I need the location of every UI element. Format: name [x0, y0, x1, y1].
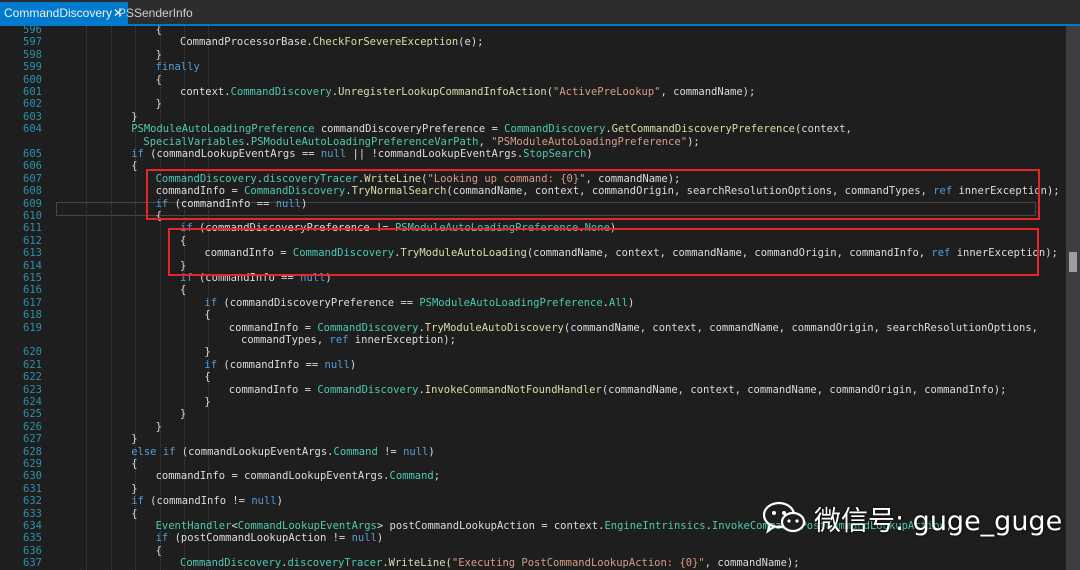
- line-number: 610: [23, 210, 42, 222]
- code-line: if (postCommandLookupAction != null): [155, 532, 384, 545]
- line-number: 608: [23, 185, 42, 198]
- indent-guide: [110, 26, 112, 570]
- line-number: 626: [23, 420, 42, 433]
- code-line: if (commandInfo == null): [204, 358, 357, 371]
- line-number: 630: [23, 470, 42, 483]
- line-number: 596: [23, 26, 42, 36]
- line-number: 623: [23, 383, 42, 396]
- tab-pssenderinfo[interactable]: PSSenderInfo: [114, 2, 193, 24]
- line-number: 613: [23, 247, 42, 260]
- tab-commanddiscovery[interactable]: CommandDiscovery ✕: [0, 2, 128, 24]
- code-line: SpecialVariables.PSModuleAutoLoadingPref…: [143, 135, 700, 148]
- code-line: }: [131, 482, 138, 495]
- line-number: 637: [23, 557, 42, 570]
- wechat-icon: [762, 500, 806, 536]
- line-number: 632: [23, 495, 42, 508]
- code-line: else if (commandLookupEventArgs.Command …: [131, 445, 435, 458]
- code-line: context.CommandDiscovery.UnregisterLooku…: [180, 86, 756, 98]
- line-number: 627: [23, 433, 42, 446]
- line-number: 620: [23, 346, 42, 359]
- line-number: 612: [23, 234, 42, 247]
- document-tab-bar: CommandDiscovery ✕ PSSenderInfo: [0, 0, 1080, 26]
- line-number: 606: [23, 160, 42, 173]
- code-line: }: [204, 396, 211, 408]
- indent-guide: [86, 26, 88, 570]
- line-number: 635: [23, 532, 42, 545]
- code-line: }: [155, 98, 162, 111]
- tab-label: CommandDiscovery: [4, 6, 113, 20]
- code-line: {: [131, 160, 138, 173]
- line-number: 600: [23, 73, 42, 86]
- code-line: PSModuleAutoLoadingPreference commandDis…: [131, 123, 852, 136]
- code-line: {: [204, 309, 211, 322]
- line-number: 625: [23, 408, 42, 421]
- code-line: commandTypes, ref innerException);: [241, 334, 456, 346]
- code-line: {: [204, 371, 211, 384]
- line-number: 621: [23, 358, 42, 371]
- code-line: commandInfo = commandLookupEventArgs.Com…: [155, 470, 441, 483]
- code-line: CommandDiscovery.discoveryTracer.WriteLi…: [180, 557, 800, 570]
- line-number: 636: [23, 544, 42, 557]
- line-number: 601: [23, 86, 42, 98]
- change-indicator-margin: [50, 26, 54, 570]
- line-number: 622: [23, 371, 42, 384]
- code-line: }: [180, 408, 187, 421]
- code-line: {: [155, 73, 162, 86]
- code-line: CommandProcessorBase.CheckForSevereExcep…: [180, 36, 484, 49]
- code-line: commandInfo = CommandDiscovery.TryModule…: [228, 321, 1038, 334]
- line-number: 616: [23, 284, 42, 297]
- scrollbar-thumb[interactable]: [1069, 252, 1077, 272]
- code-line: }: [204, 346, 211, 359]
- line-number: 615: [23, 272, 42, 284]
- code-line: finally: [155, 61, 200, 74]
- line-number: 599: [23, 61, 42, 74]
- line-number: 631: [23, 482, 42, 495]
- line-number: 609: [23, 197, 42, 210]
- code-line: if (commandInfo != null): [131, 495, 283, 508]
- line-number: 605: [23, 148, 42, 160]
- line-number: 598: [23, 48, 42, 61]
- code-line: }: [131, 110, 138, 123]
- line-number: 607: [23, 172, 42, 185]
- line-number: 618: [23, 309, 42, 322]
- code-line: {: [155, 26, 162, 36]
- line-number-gutter: 596 597 598 599 600 601 602 603 604 605 606 607 608 6…: [0, 26, 50, 570]
- line-number: 629: [23, 458, 42, 470]
- code-line: commandInfo = CommandDiscovery.InvokeCom…: [228, 383, 1007, 396]
- line-number: 611: [23, 222, 42, 235]
- line-number: 624: [23, 396, 42, 408]
- code-line: {: [180, 284, 187, 297]
- tab-label: PSSenderInfo: [118, 6, 193, 20]
- line-number: 617: [23, 296, 42, 309]
- code-line: if (commandDiscoveryPreference == PSModu…: [204, 296, 635, 309]
- watermark-text: 微信号: guge_guge: [814, 505, 1063, 537]
- line-number: 633: [23, 507, 42, 520]
- code-line: {: [131, 458, 138, 470]
- line-number: 634: [23, 520, 42, 532]
- vertical-scrollbar[interactable]: [1066, 26, 1080, 570]
- line-number: 604: [23, 123, 42, 136]
- code-editor[interactable]: 596 597 598 599 600 601 602 603 604 605 606 607 608 6…: [0, 26, 1066, 570]
- highlight-box-trynormalsearch: [146, 169, 1040, 220]
- code-line: {: [131, 507, 138, 520]
- line-number: 619: [23, 321, 42, 334]
- highlight-box-trymoduleautoloading: [168, 228, 1039, 276]
- line-number: 614: [23, 259, 42, 272]
- line-number: 602: [23, 98, 42, 111]
- wechat-watermark: 微信号: guge_guge: [762, 498, 1062, 538]
- code-line: if (commandLookupEventArgs == null || !c…: [131, 148, 593, 160]
- line-number: 628: [23, 445, 42, 458]
- code-line: }: [131, 433, 138, 446]
- indent-guide: [184, 26, 185, 570]
- line-number: 597: [23, 36, 42, 49]
- line-number: 603: [23, 110, 42, 123]
- code-line: }: [155, 48, 162, 61]
- code-line: }: [155, 420, 162, 433]
- code-line: {: [155, 544, 162, 557]
